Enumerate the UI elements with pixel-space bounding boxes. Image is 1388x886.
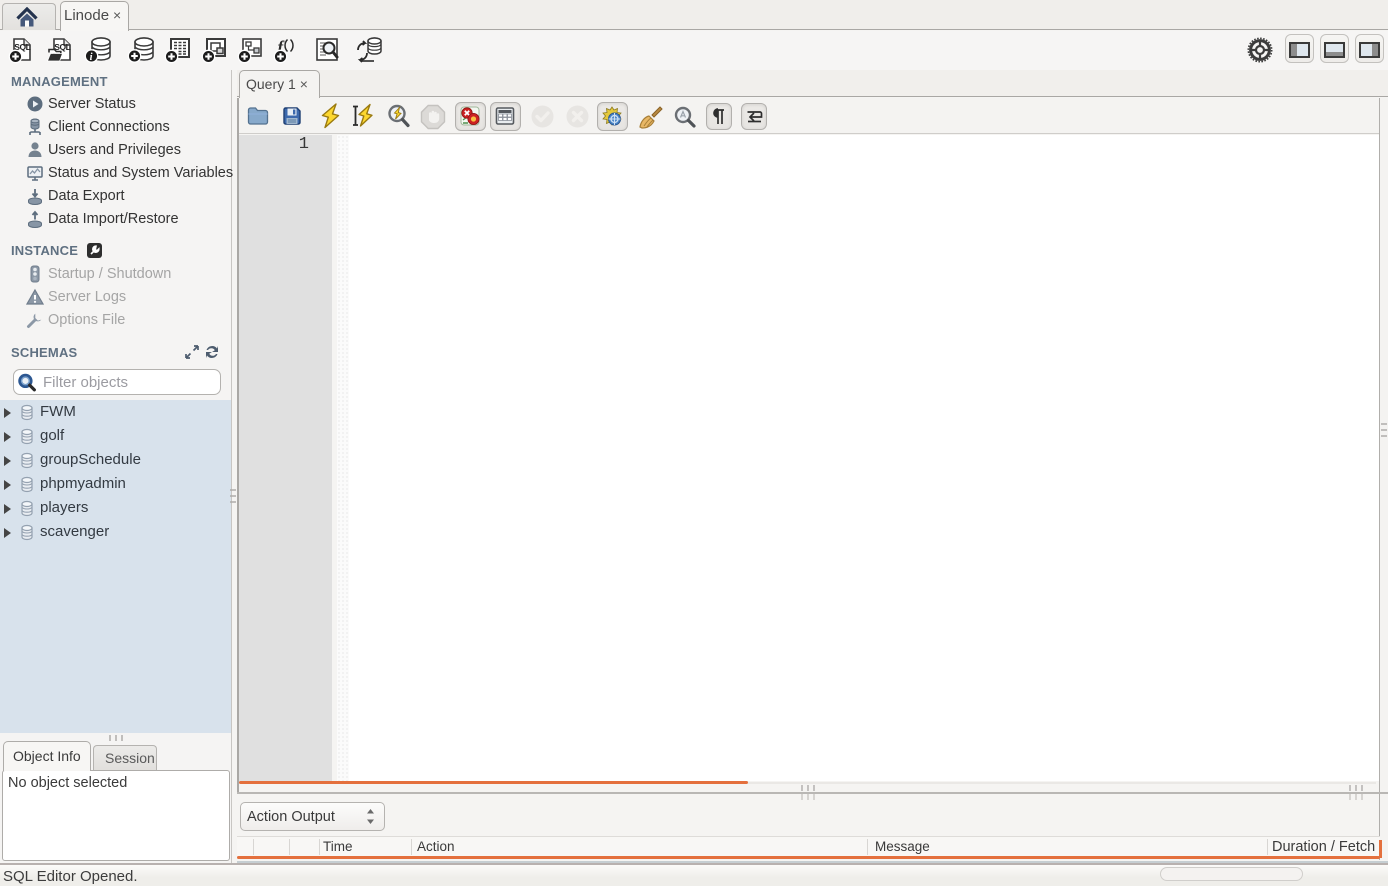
- svg-text:SQL: SQL: [54, 42, 70, 52]
- svg-text:i: i: [90, 52, 93, 63]
